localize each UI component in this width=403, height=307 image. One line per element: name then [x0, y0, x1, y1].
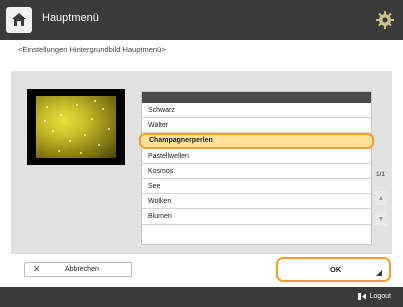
page-indicator: 1/1	[376, 171, 386, 178]
ok-label: OK	[330, 265, 342, 274]
scroll-up-button[interactable]: ▲	[375, 191, 387, 205]
bottom-bar: Logout	[0, 287, 403, 307]
close-icon: ✕	[33, 264, 41, 274]
cancel-label: Abbrechen	[65, 266, 99, 273]
scroll-down-button[interactable]: ▼	[375, 212, 387, 226]
home-icon	[12, 13, 26, 26]
cancel-button[interactable]: ✕ Abbrechen	[24, 262, 132, 277]
list-item-selected[interactable]: Champagnerperlen	[139, 133, 374, 149]
top-bar: Hauptmenü	[0, 0, 403, 40]
list-item[interactable]: Schwarz	[142, 103, 371, 119]
list-item[interactable]: Blumen	[142, 209, 371, 225]
logout-label: Logout	[369, 293, 391, 300]
logout-icon	[357, 293, 366, 300]
home-button[interactable]	[6, 7, 32, 33]
list-item[interactable]: See	[142, 179, 371, 195]
chevron-down-icon: ▼	[377, 215, 385, 223]
list-item[interactable]: Wolken	[142, 194, 371, 210]
confirm-corner-icon	[376, 270, 382, 276]
ok-button[interactable]: OK	[276, 257, 391, 282]
logout-button[interactable]: Logout	[357, 292, 391, 301]
list-item[interactable]: Kosmos	[142, 164, 371, 179]
wallpaper-preview	[27, 89, 125, 165]
chevron-up-icon: ▲	[377, 194, 385, 202]
screen-subtitle: <Einstellungen Hintergrundbild Hauptmenü…	[18, 45, 166, 54]
list-header	[142, 92, 371, 103]
list-item[interactable]: Wälter	[142, 118, 371, 134]
gear-icon	[376, 11, 394, 29]
list-item[interactable]: Pastellwellen	[142, 149, 371, 164]
wallpaper-list: Schwarz Wälter Champagnerperlen Pastellw…	[139, 91, 374, 245]
preview-image	[36, 96, 116, 158]
page-title: Hauptmenü	[42, 12, 99, 24]
